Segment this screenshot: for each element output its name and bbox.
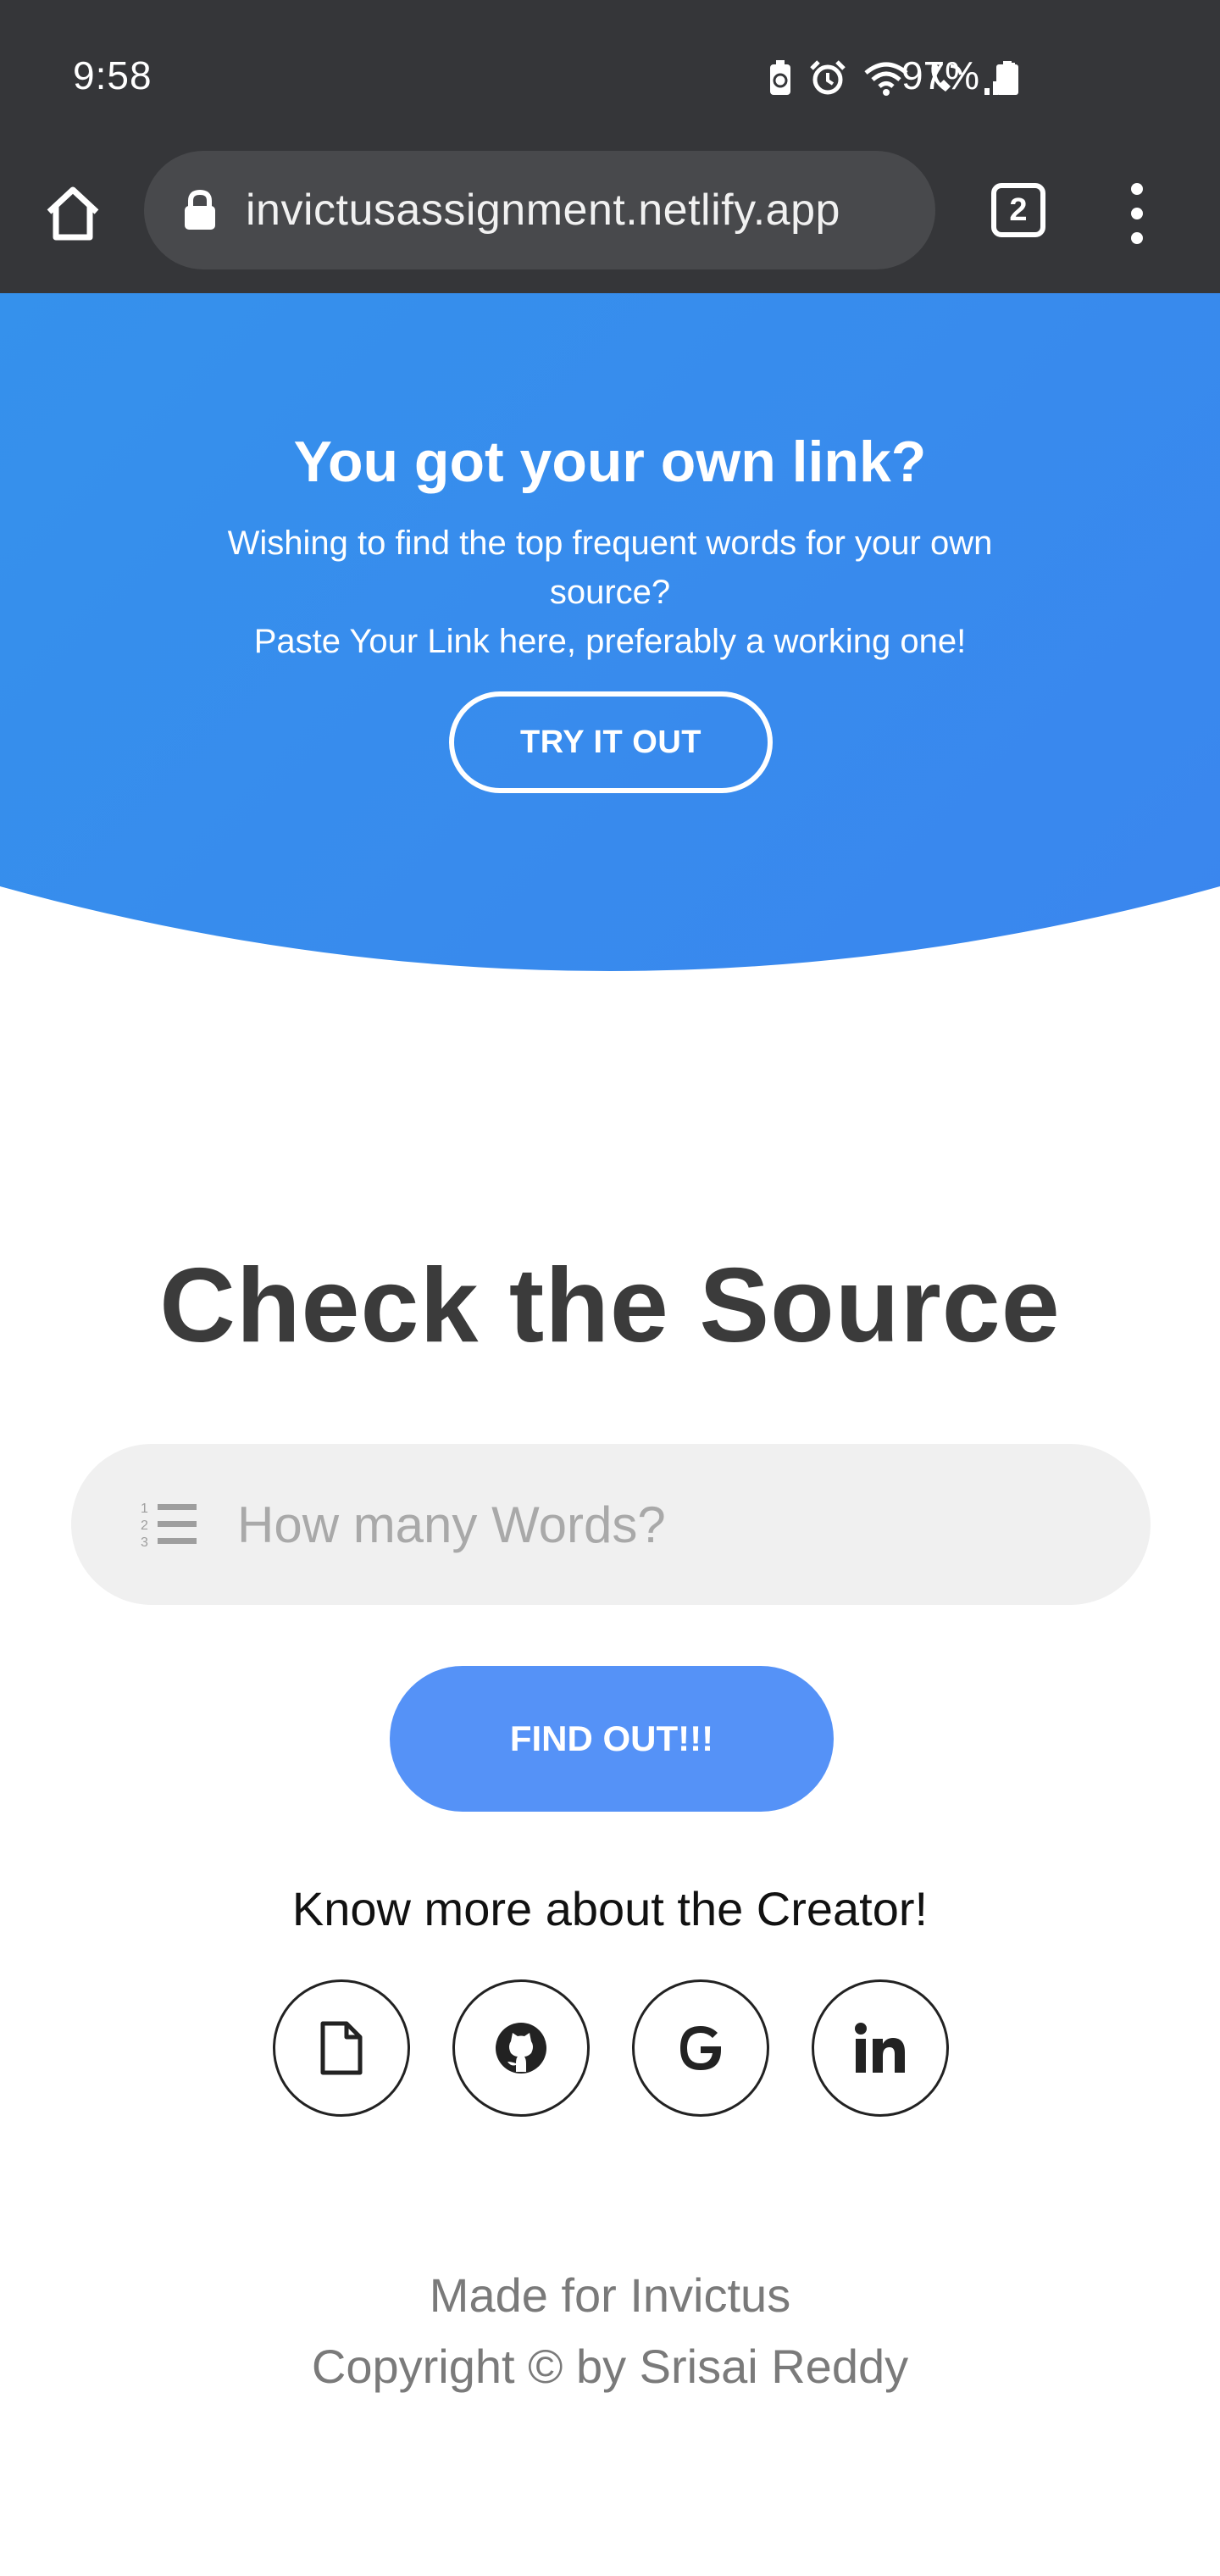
hero-subtitle-line2: Paste Your Link here, preferably a worki… (253, 623, 967, 660)
dot (1131, 208, 1143, 219)
battery-saver-icon (770, 60, 790, 95)
github-icon (496, 2023, 546, 2074)
document-icon (320, 2021, 363, 2075)
github-link-button[interactable] (452, 1979, 590, 2117)
hero-subtitle-line1: Wishing to find the top frequent words f… (227, 525, 993, 611)
footer-copyright: Copyright © by Srisai Reddy (311, 2340, 909, 2393)
lock-icon (183, 188, 220, 232)
find-out-button[interactable]: FIND OUT!!! (390, 1666, 834, 1812)
tab-switcher-button[interactable]: 2 (991, 183, 1045, 237)
google-link-button[interactable] (632, 1979, 769, 2117)
status-bar: 9:58 97% (0, 0, 1220, 149)
footer-made-for: Made for Invictus (429, 2268, 791, 2322)
word-count-input[interactable] (237, 1495, 1084, 1554)
battery-percentage: 97% (901, 53, 980, 97)
browser-toolbar: invictusassignment.netlify.app 2 (0, 149, 1220, 293)
svg-text:1: 1 (141, 1502, 148, 1516)
numbered-list-icon: 1 2 3 (141, 1502, 197, 1550)
linkedin-link-button[interactable] (812, 1979, 949, 2117)
hero-subtitle: Wishing to find the top frequent words f… (169, 519, 1051, 666)
page-title: Check the Source (159, 1247, 1061, 1364)
resume-link-button[interactable] (273, 1979, 410, 2117)
more-options-button[interactable] (1115, 180, 1159, 247)
address-bar[interactable]: invictusassignment.netlify.app (144, 151, 935, 269)
word-count-field[interactable]: 1 2 3 (71, 1444, 1151, 1605)
svg-text:2: 2 (141, 1518, 148, 1533)
dot (1131, 232, 1143, 244)
creator-heading: Know more about the Creator! (291, 1882, 929, 1935)
google-icon (680, 2026, 721, 2070)
home-icon (47, 186, 99, 241)
try-it-out-button[interactable]: TRY IT OUT (449, 691, 773, 793)
hero-banner: You got your own link? Wishing to find t… (0, 293, 1220, 980)
alarm-icon (810, 60, 846, 95)
svg-text:3: 3 (141, 1535, 148, 1550)
status-time: 9:58 (73, 53, 152, 97)
hero-curve (0, 886, 1220, 980)
battery-icon (996, 61, 1018, 95)
home-button[interactable] (39, 180, 107, 247)
dot (1131, 183, 1143, 195)
hero-title: You got your own link? (293, 430, 927, 494)
url-text: invictusassignment.netlify.app (246, 186, 840, 235)
social-links (273, 1979, 951, 2117)
linkedin-icon (855, 2023, 905, 2073)
